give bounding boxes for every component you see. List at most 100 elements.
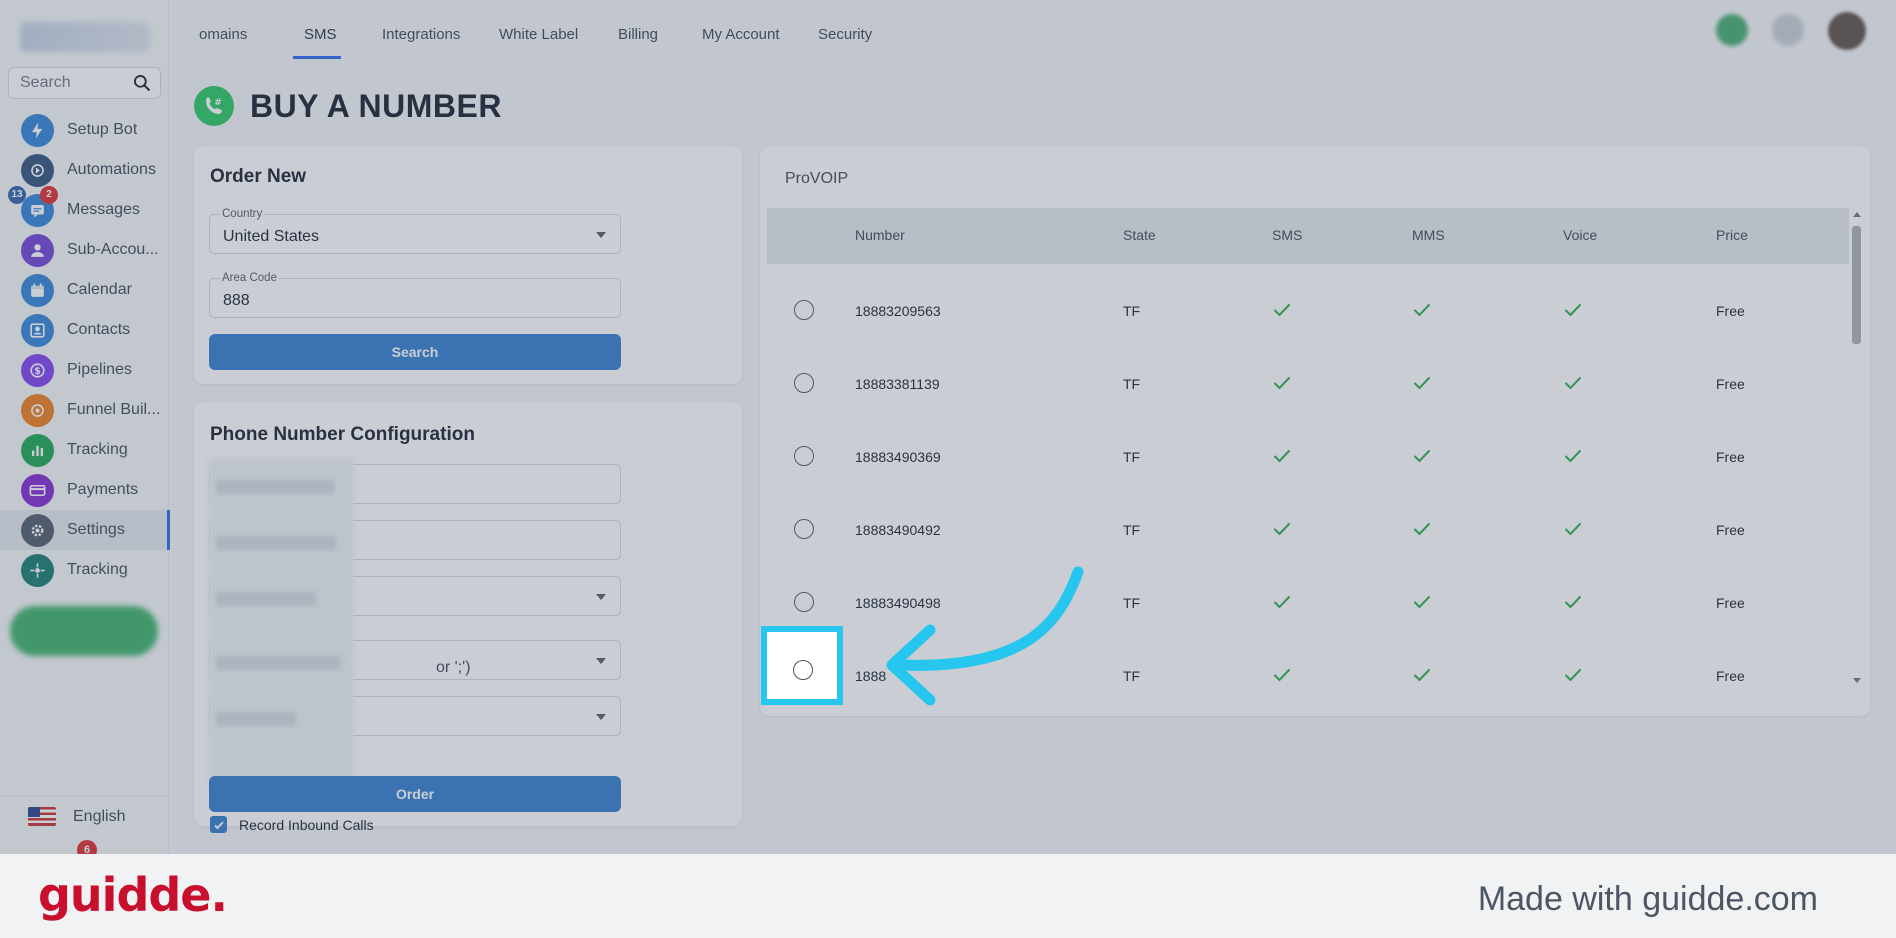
chevron-down-icon <box>596 658 606 664</box>
record-inbound-checkbox[interactable] <box>210 816 227 833</box>
row-radio-button[interactable] <box>794 446 814 466</box>
row-radio-button[interactable] <box>794 300 814 320</box>
chevron-down-icon <box>596 594 606 600</box>
chevron-down-icon <box>596 714 606 720</box>
sidebar-item-label: Payments <box>67 481 139 498</box>
sidebar-item-settings[interactable]: Settings <box>0 510 170 550</box>
scroll-up-icon[interactable] <box>1853 212 1861 217</box>
calendar-icon <box>21 273 54 307</box>
field-label: Area Code <box>220 272 279 284</box>
search-input[interactable] <box>20 74 130 92</box>
highlighted-radio-target[interactable] <box>761 626 843 705</box>
mms-check-icon <box>1412 592 1432 612</box>
crosshair-icon <box>21 553 54 587</box>
sidebar-search[interactable] <box>8 67 161 99</box>
table-row[interactable]: 18883490492 TF Free <box>767 491 1849 564</box>
table-scrollbar[interactable] <box>1849 208 1865 688</box>
language-selector[interactable]: English <box>0 796 169 836</box>
price-cell: Free <box>1716 449 1745 465</box>
field-label: Country <box>220 208 265 220</box>
sidebar-item-tracking-2[interactable]: Tracking <box>0 550 169 590</box>
avatar[interactable] <box>1828 12 1866 50</box>
lightning-icon <box>21 113 54 147</box>
price-cell: Free <box>1716 376 1745 392</box>
sidebar-item-automations[interactable]: Automations <box>0 150 169 190</box>
scroll-thumb[interactable] <box>1852 226 1861 344</box>
area-code-field[interactable]: Area Code 888 <box>209 272 621 318</box>
tab-white-label[interactable]: White Label <box>499 26 578 43</box>
sidebar-item-payments[interactable]: Payments <box>0 470 169 510</box>
help-icon[interactable] <box>1772 14 1804 46</box>
sidebar-item-label: Pipelines <box>67 361 132 378</box>
voice-check-icon <box>1563 519 1583 539</box>
sidebar-item-messages[interactable]: 13 2 Messages <box>0 185 169 230</box>
row-radio-button[interactable] <box>793 660 813 680</box>
tab-my-account[interactable]: My Account <box>702 26 780 43</box>
sidebar-item-tracking[interactable]: Tracking <box>0 430 169 470</box>
column-header-price: Price <box>1716 227 1748 243</box>
row-radio-button[interactable] <box>794 373 814 393</box>
sms-check-icon <box>1272 446 1292 466</box>
sidebar-item-funnel-builder[interactable]: Funnel Buil... <box>0 390 169 430</box>
row-radio-button[interactable] <box>794 592 814 612</box>
number-cell: 18883490492 <box>855 522 941 538</box>
row-radio-button[interactable] <box>794 519 814 539</box>
blurred-action-button[interactable] <box>10 606 158 656</box>
sidebar-item-label: Tracking <box>67 561 128 578</box>
tab-domains[interactable]: omains <box>199 26 247 43</box>
search-button[interactable]: Search <box>209 334 621 370</box>
messages-icon: 13 2 <box>8 185 58 227</box>
phone-status-icon[interactable] <box>1716 14 1748 46</box>
us-flag-icon <box>28 807 56 826</box>
sidebar-item-sub-accounts[interactable]: Sub-Accou... <box>0 230 169 270</box>
card-title: Phone Number Configuration <box>210 424 475 445</box>
field-value: United States <box>223 228 320 245</box>
sms-check-icon <box>1272 665 1292 685</box>
contacts-icon <box>21 313 54 347</box>
country-select[interactable]: Country United States <box>209 208 621 254</box>
column-header-mms: MMS <box>1412 227 1445 243</box>
table-row[interactable]: 18883381139 TF Free <box>767 345 1849 418</box>
tab-billing[interactable]: Billing <box>618 26 658 43</box>
user-icon <box>21 233 54 267</box>
sidebar-item-pipelines[interactable]: $ Pipelines <box>0 350 169 390</box>
record-inbound-calls-row[interactable]: Record Inbound Calls <box>210 816 374 833</box>
voice-check-icon <box>1563 300 1583 320</box>
sidebar-item-label: Messages <box>67 201 140 218</box>
chevron-down-icon <box>596 232 606 238</box>
language-label: English <box>73 807 126 825</box>
page-title: BUY A NUMBER <box>250 88 502 124</box>
table-row[interactable]: 18883490498 TF Free <box>767 564 1849 637</box>
scroll-down-icon[interactable] <box>1853 678 1861 683</box>
price-cell: Free <box>1716 668 1745 684</box>
number-cell: 18883381139 <box>855 376 940 392</box>
column-header-state: State <box>1123 227 1156 243</box>
voice-check-icon <box>1563 592 1583 612</box>
search-icon[interactable] <box>132 73 152 93</box>
column-header-number: Number <box>855 227 905 243</box>
sidebar-item-setup-bot[interactable]: Setup Bot <box>0 110 169 150</box>
sidebar-item-contacts[interactable]: Contacts <box>0 310 169 350</box>
field-value: 888 <box>223 292 250 309</box>
number-cell: 18883490498 <box>855 595 941 611</box>
gear-icon <box>21 513 54 547</box>
tab-integrations[interactable]: Integrations <box>382 26 460 43</box>
table-row[interactable]: 1888 TF Free <box>767 637 1849 710</box>
state-cell: TF <box>1123 595 1141 611</box>
voice-check-icon <box>1563 665 1583 685</box>
card-title: Order New <box>210 166 307 187</box>
sidebar-item-label: Tracking <box>67 441 128 458</box>
sms-check-icon <box>1272 300 1292 320</box>
bar-chart-icon <box>21 433 54 467</box>
tab-sms[interactable]: SMS <box>304 26 337 43</box>
sms-check-icon <box>1272 373 1292 393</box>
mms-check-icon <box>1412 519 1432 539</box>
tab-security[interactable]: Security <box>818 26 872 43</box>
sidebar-item-label: Funnel Buil... <box>67 401 161 418</box>
svg-text:#: # <box>214 98 222 108</box>
table-row[interactable]: 18883209563 TF Free <box>767 272 1849 345</box>
sidebar-item-calendar[interactable]: Calendar <box>0 270 169 310</box>
sms-check-icon <box>1272 592 1292 612</box>
table-row[interactable]: 18883490369 TF Free <box>767 418 1849 491</box>
order-button[interactable]: Order <box>209 776 621 812</box>
